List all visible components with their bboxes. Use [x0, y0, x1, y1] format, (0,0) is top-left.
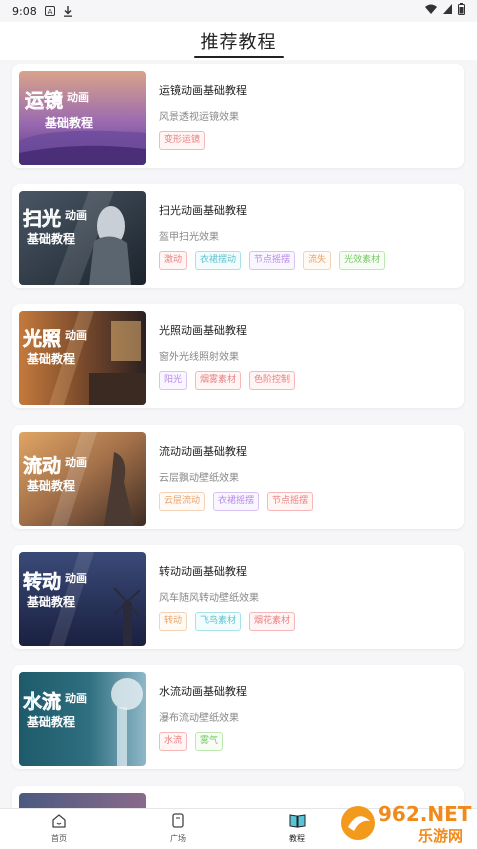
thumb-small-text: 动画 [67, 90, 89, 104]
square-icon [171, 813, 185, 832]
tutorial-subtitle: 云层飘动壁纸效果 [159, 473, 239, 484]
title-underline [194, 56, 284, 58]
tutorial-title: 水流动画基础教程 [159, 685, 247, 698]
tag[interactable]: 转动 [159, 612, 188, 631]
tag[interactable]: 色阶控制 [249, 371, 296, 390]
tutorial-thumbnail: 光照 动画 基础教程 [19, 311, 146, 405]
nav-tutorial[interactable]: 教程 [267, 813, 327, 844]
status-bar: 9:08 A [0, 0, 477, 22]
thumb-small-text: 动画 [65, 208, 87, 222]
tag-list: 转动 飞鸟素材 烟花素材 [159, 612, 296, 631]
page-title: 推荐教程 [200, 32, 277, 53]
tag[interactable]: 雾气 [195, 732, 224, 751]
thumb-small-text: 动画 [65, 571, 87, 585]
watermark-sub: 乐游网 [418, 827, 463, 845]
tag[interactable]: 云层流动 [159, 492, 206, 511]
tutorial-thumbnail: 水流 动画 基础教程 [19, 672, 146, 766]
thumb-small-text: 动画 [65, 691, 87, 705]
tutorial-thumbnail: 扫光 动画 基础教程 [19, 191, 146, 285]
nav-square-label: 广场 [170, 834, 186, 843]
battery-icon [458, 3, 465, 18]
notification-a-icon: A [44, 6, 55, 16]
tutorial-title: 扫光动画基础教程 [159, 204, 247, 217]
tag[interactable]: 衣裙摆动 [195, 251, 242, 270]
tag-list: 激动 衣裙摆动 节点摇摆 流失 光效素材 [159, 251, 386, 270]
tag-list: 云层流动 衣裙摇摆 节点摇摆 [159, 492, 314, 511]
home-icon [51, 813, 67, 832]
tutorial-thumbnail: 转动 动画 基础教程 [19, 552, 146, 646]
tutorial-subtitle: 瀑布流动壁纸效果 [159, 713, 239, 724]
download-icon [63, 5, 73, 17]
tag-list: 阳光 烟雾素材 色阶控制 [159, 371, 296, 390]
tag-list: 变形运镜 [159, 131, 206, 150]
tag[interactable]: 激动 [159, 251, 188, 270]
status-time: 9:08 [12, 4, 37, 18]
tag[interactable]: 飞鸟素材 [195, 612, 242, 631]
tutorial-thumbnail: 运镜 动画 基础教程 [19, 71, 146, 165]
tutorial-subtitle: 风车随风转动壁纸效果 [159, 593, 259, 604]
signal-icon [443, 4, 452, 17]
tutorial-title: 光照动画基础教程 [159, 324, 247, 337]
tag[interactable]: 节点摇摆 [249, 251, 296, 270]
tutorial-card[interactable]: 光照 动画 基础教程 光照动画基础教程 窗外光线照射效果 阳光 烟雾素材 色阶控… [12, 304, 464, 408]
tag-list: 水流 雾气 [159, 732, 224, 751]
tag[interactable]: 节点摇摆 [267, 492, 314, 511]
nav-home[interactable]: 首页 [29, 813, 89, 844]
thumb-line2-text: 基础教程 [26, 478, 75, 493]
tutorial-card[interactable]: 运镜 动画 基础教程 运镜动画基础教程 风景透视运镜效果 变形运镜 [12, 64, 464, 168]
watermark-brand: 962.NET [378, 802, 472, 826]
thumb-line2-text: 基础教程 [26, 231, 75, 246]
tag[interactable]: 光效素材 [339, 251, 386, 270]
tutorial-card[interactable]: 扫光 动画 基础教程 扫光动画基础教程 盔甲扫光效果 激动 衣裙摆动 节点摇摆 … [12, 184, 464, 288]
tutorial-title: 运镜动画基础教程 [159, 84, 247, 97]
tutorial-list[interactable]: 运镜 动画 基础教程 运镜动画基础教程 风景透视运镜效果 变形运镜 扫光 动画 … [0, 62, 477, 808]
tutorial-thumbnail [19, 793, 146, 808]
tutorial-card[interactable]: 水流 动画 基础教程 水流动画基础教程 瀑布流动壁纸效果 水流 雾气 [12, 665, 464, 769]
thumb-line2-text: 基础教程 [26, 351, 75, 366]
tutorial-card[interactable]: 转动 动画 基础教程 转动动画基础教程 风车随风转动壁纸效果 转动 飞鸟素材 烟… [12, 545, 464, 649]
tag[interactable]: 烟花素材 [249, 612, 296, 631]
thumb-small-text: 动画 [65, 455, 87, 469]
nav-square[interactable]: 广场 [148, 813, 208, 844]
tag[interactable]: 烟雾素材 [195, 371, 242, 390]
tag[interactable]: 流失 [303, 251, 332, 270]
tutorial-title: 转动动画基础教程 [159, 565, 247, 578]
thumb-line2-text: 基础教程 [26, 714, 75, 729]
tutorial-subtitle: 风景透视运镜效果 [159, 112, 239, 123]
book-icon [289, 813, 306, 832]
thumb-big-text: 运镜 [25, 89, 63, 112]
nav-home-label: 首页 [51, 834, 67, 843]
thumb-big-text: 转动 [23, 570, 61, 593]
tag[interactable]: 衣裙摇摆 [213, 492, 260, 511]
thumb-big-text: 水流 [23, 690, 61, 713]
tutorial-title: 流动动画基础教程 [159, 445, 247, 458]
thumb-line2-text: 基础教程 [26, 594, 75, 609]
tag[interactable]: 变形运镜 [159, 131, 206, 150]
wifi-icon [425, 4, 437, 17]
tutorial-card[interactable]: 流动 动画 基础教程 流动动画基础教程 云层飘动壁纸效果 云层流动 衣裙摇摆 节… [12, 425, 464, 529]
site-watermark: 962.NET 乐游网 [338, 797, 473, 845]
tag[interactable]: 阳光 [159, 371, 188, 390]
page-header: 推荐教程 [0, 22, 477, 60]
svg-text:A: A [47, 8, 52, 16]
thumb-small-text: 动画 [65, 328, 87, 342]
tutorial-subtitle: 盔甲扫光效果 [159, 232, 219, 243]
nav-tutorial-label: 教程 [289, 834, 305, 843]
thumb-big-text: 扫光 [23, 207, 61, 230]
thumb-line2-text: 基础教程 [44, 115, 93, 130]
tutorial-thumbnail: 流动 动画 基础教程 [19, 432, 146, 526]
thumb-big-text: 流动 [23, 454, 61, 477]
tutorial-subtitle: 窗外光线照射效果 [159, 352, 239, 363]
tag[interactable]: 水流 [159, 732, 188, 751]
thumb-big-text: 光照 [22, 327, 61, 350]
